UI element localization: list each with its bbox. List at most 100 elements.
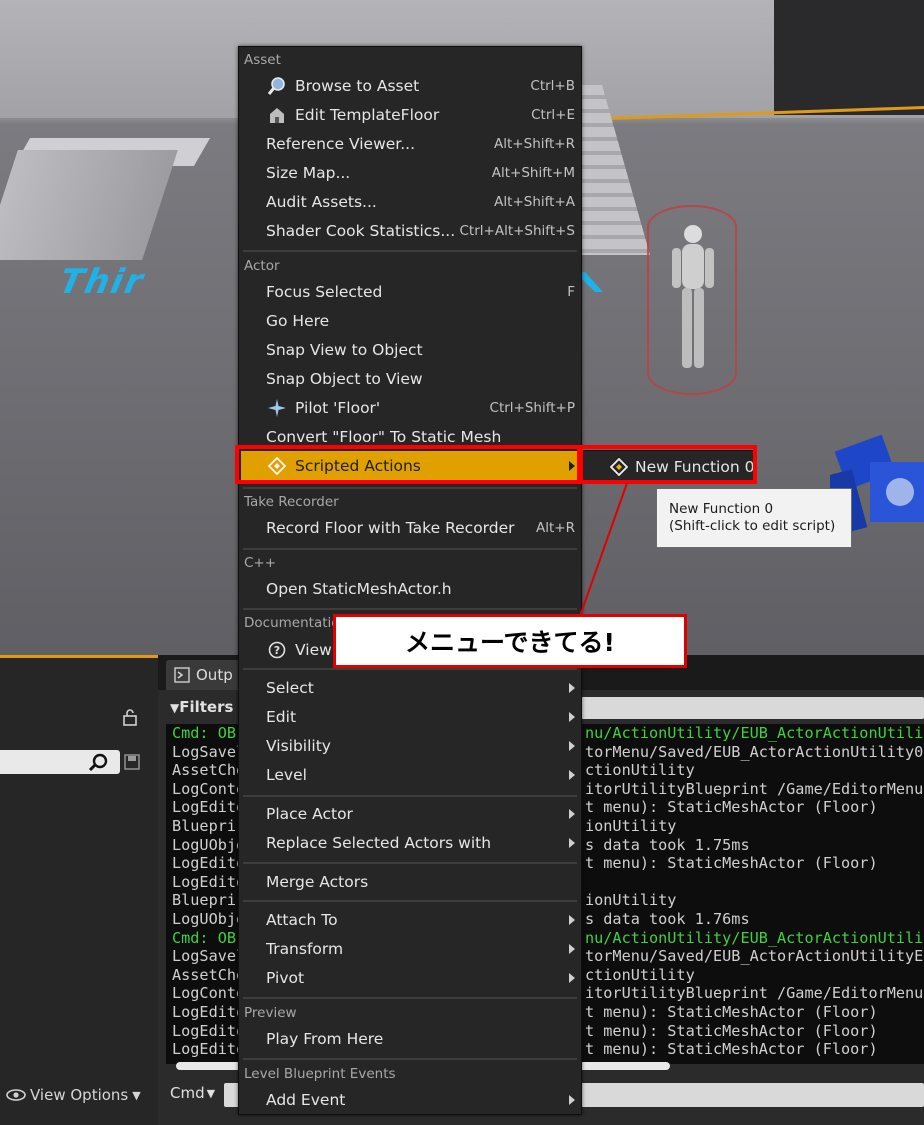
submenu-arrow-icon	[569, 770, 575, 780]
menu-item-label: Focus Selected	[266, 282, 383, 301]
menu-item-place-actor[interactable]: Place Actor	[241, 799, 579, 828]
menu-item-label: Edit TemplateFloor	[295, 105, 440, 124]
menu-item-label: Record Floor with Take Recorder	[266, 518, 515, 537]
submenu-arrow-icon	[569, 683, 575, 693]
viewport-dark-wall	[774, 0, 924, 115]
asset-editor-icon	[267, 105, 287, 125]
menu-item-shortcut: Alt+Shift+R	[494, 135, 575, 152]
menu-item-edit-templatefloor[interactable]: Edit TemplateFloor Ctrl+E	[241, 100, 579, 129]
menu-item-shortcut: Alt+Shift+M	[491, 164, 575, 181]
log-row-message: ionUtility	[585, 816, 677, 835]
menu-item-play-from-here[interactable]: Play From Here	[241, 1024, 579, 1053]
menu-item-transform[interactable]: Transform	[241, 934, 579, 963]
menu-item-label: Go Here	[266, 311, 330, 330]
cmd-dropdown[interactable]: Cmd ▼	[170, 1084, 215, 1102]
menu-item-edit[interactable]: Edit	[241, 702, 579, 731]
magnifier-icon	[267, 76, 287, 96]
menu-item-shortcut: Alt+R	[536, 519, 575, 536]
menu-item-add-event[interactable]: Add Event	[241, 1085, 579, 1114]
output-log-icon	[174, 667, 190, 683]
menu-item-label: Browse to Asset	[295, 76, 420, 95]
menu-item-level[interactable]: Level	[241, 760, 579, 789]
menu-section-header-preview: Preview	[244, 1005, 297, 1021]
menu-item-pivot[interactable]: Pivot	[241, 963, 579, 992]
viewport-block	[0, 150, 178, 260]
menu-item-select[interactable]: Select	[241, 673, 579, 702]
menu-item-go-here[interactable]: Go Here	[241, 306, 579, 335]
menu-item-open-staticmeshactor-h[interactable]: Open StaticMeshActor.h	[241, 574, 579, 603]
menu-item-focus-selected[interactable]: Focus Selected F	[241, 277, 579, 306]
svg-text:?: ?	[274, 644, 280, 657]
menu-item-label: Reference Viewer...	[266, 134, 416, 153]
menu-item-replace-selected-actors-with[interactable]: Replace Selected Actors with	[241, 828, 579, 857]
menu-item-audit-assets[interactable]: Audit Assets... Alt+Shift+A	[241, 187, 579, 216]
tooltip-title: New Function 0	[669, 501, 774, 517]
menu-divider	[243, 608, 577, 610]
log-row-message: ionUtility	[585, 891, 677, 910]
menu-item-shortcut: Ctrl+Shift+P	[489, 399, 575, 416]
menu-divider	[243, 900, 577, 902]
log-row-message: t menu): StaticMeshActor (Floor)	[585, 1040, 878, 1059]
menu-item-browse-to-asset[interactable]: Browse to Asset Ctrl+B	[241, 71, 579, 100]
submenu-arrow-icon	[569, 915, 575, 925]
log-row-prefix: Cmd: OB.	[172, 724, 246, 742]
log-row-prefix: Bluepri	[172, 816, 237, 835]
menu-item-size-map[interactable]: Size Map... Alt+Shift+M	[241, 158, 579, 187]
menu-divider	[243, 250, 577, 252]
log-row-prefix: AssetChe	[172, 965, 246, 984]
filters-label: Filters	[179, 698, 234, 716]
menu-item-shader-cook-statistics[interactable]: Shader Cook Statistics... Ctrl+Alt+Shift+…	[241, 216, 579, 245]
menu-item-shortcut: Alt+Shift+A	[494, 193, 575, 210]
menu-divider	[243, 1058, 577, 1060]
menu-item-attach-to[interactable]: Attach To	[241, 905, 579, 934]
help-icon: ?	[267, 640, 287, 660]
annotation-highlight-box-submenu	[579, 445, 757, 484]
menu-item-visibility[interactable]: Visibility	[241, 731, 579, 760]
log-row-prefix: LogEdito	[172, 1002, 246, 1021]
menu-section-header-take-recorder: Take Recorder	[244, 494, 339, 510]
mannequin-figure	[672, 225, 714, 368]
menu-item-merge-actors[interactable]: Merge Actors	[241, 867, 579, 896]
save-icon[interactable]	[124, 754, 140, 770]
menu-item-label: Edit	[266, 707, 297, 726]
lock-icon[interactable]	[122, 708, 138, 726]
menu-item-label: Play From Here	[266, 1029, 384, 1048]
menu-item-label: Replace Selected Actors with	[266, 833, 492, 852]
function-tooltip: New Function 0 (Shift-click to edit scri…	[656, 488, 852, 548]
menu-item-label: Convert "Floor" To Static Mesh	[266, 427, 502, 446]
log-row-message: nu/ActionUtility/EUB_ActorActionUtili	[585, 724, 924, 742]
chevron-down-icon: ▼	[206, 1086, 216, 1100]
menu-item-label: Pilot 'Floor'	[295, 398, 381, 417]
menu-section-header-level-blueprint-events: Level Blueprint Events	[244, 1066, 396, 1082]
log-row-message: nu/ActionUtility/EUB_ActorActionUtili	[585, 928, 924, 947]
tooltip-hint: (Shift-click to edit script)	[669, 518, 836, 534]
menu-item-label: Pivot	[266, 968, 305, 987]
view-options-button[interactable]: View Options ▼	[6, 1086, 141, 1104]
log-row-prefix: LogUObje	[172, 835, 246, 854]
details-search-input[interactable]	[0, 750, 120, 774]
menu-item-label: Place Actor	[266, 804, 353, 823]
menu-item-shortcut: Ctrl+B	[530, 77, 575, 94]
log-row-message: s data took 1.76ms	[585, 909, 750, 928]
menu-item-label: Open StaticMeshActor.h	[266, 579, 452, 598]
menu-item-label: Attach To	[266, 910, 338, 929]
log-row-prefix: Bluepri	[172, 891, 237, 910]
airplane-icon	[267, 398, 287, 418]
menu-item-pilot-floor[interactable]: Pilot 'Floor' Ctrl+Shift+P	[241, 393, 579, 422]
log-row-message: torMenu/Saved/EUB_ActorActionUtility0	[585, 742, 924, 761]
menu-item-record-floor-with-take-recorder[interactable]: Record Floor with Take Recorder Alt+R	[241, 513, 579, 542]
submenu-arrow-icon	[569, 809, 575, 819]
menu-item-reference-viewer[interactable]: Reference Viewer... Alt+Shift+R	[241, 129, 579, 158]
cmd-label: Cmd	[170, 1084, 205, 1102]
log-row-message: t menu): StaticMeshActor (Floor)	[585, 798, 878, 817]
menu-divider	[243, 487, 577, 489]
output-search-input[interactable]	[580, 697, 924, 719]
menu-item-snap-object-to-view[interactable]: Snap Object to View	[241, 364, 579, 393]
menu-item-snap-view-to-object[interactable]: Snap View to Object	[241, 335, 579, 364]
submenu-arrow-icon	[569, 712, 575, 722]
log-row-prefix: Cmd: OB.	[172, 928, 246, 947]
log-row-prefix: AssetChe	[172, 761, 246, 780]
filters-button[interactable]: ▼Filters	[170, 698, 233, 716]
menu-item-label: Level	[266, 765, 307, 784]
log-row-message: t menu): StaticMeshActor (Floor)	[585, 1002, 878, 1021]
